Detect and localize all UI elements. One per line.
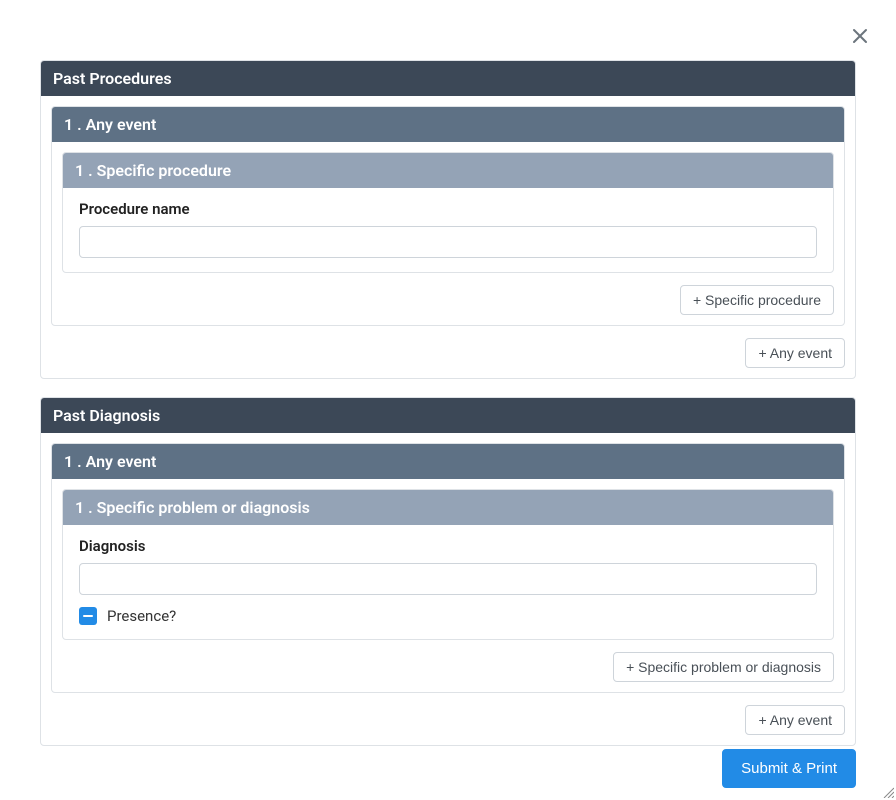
specific-procedure-block: 1 . Specific procedure Procedure name (62, 152, 834, 273)
specific-procedure-header: 1 . Specific procedure (63, 153, 833, 188)
procedures-event-header: 1 . Any event (52, 107, 844, 142)
diagnosis-event-body: 1 . Specific problem or diagnosis Diagno… (52, 479, 844, 692)
specific-diagnosis-body: Diagnosis Presence? (63, 525, 833, 639)
past-diagnosis-body: 1 . Any event 1 . Specific problem or di… (41, 433, 855, 745)
diagnosis-label: Diagnosis (79, 537, 817, 555)
resize-handle-icon (882, 786, 894, 798)
past-procedures-body: 1 . Any event 1 . Specific procedure Pro… (41, 96, 855, 378)
close-icon (851, 27, 869, 45)
diagnosis-input[interactable] (79, 563, 817, 595)
past-procedures-section: Past Procedures 1 . Any event 1 . Specif… (40, 60, 856, 379)
modal-footer: Submit & Print (722, 749, 856, 788)
add-specific-diagnosis-row: + Specific problem or diagnosis (62, 652, 834, 682)
past-diagnosis-section: Past Diagnosis 1 . Any event 1 . Specifi… (40, 397, 856, 746)
add-diagnosis-event-row: + Any event (51, 705, 845, 735)
presence-checkbox[interactable] (79, 607, 97, 625)
specific-diagnosis-block: 1 . Specific problem or diagnosis Diagno… (62, 489, 834, 640)
procedure-name-label: Procedure name (79, 200, 817, 218)
presence-label: Presence? (107, 607, 176, 625)
specific-procedure-body: Procedure name (63, 188, 833, 272)
diagnosis-event-header: 1 . Any event (52, 444, 844, 479)
minus-icon (83, 615, 93, 618)
specific-diagnosis-header: 1 . Specific problem or diagnosis (63, 490, 833, 525)
submit-print-button[interactable]: Submit & Print (722, 749, 856, 788)
past-diagnosis-header: Past Diagnosis (41, 398, 855, 433)
procedure-name-input[interactable] (79, 226, 817, 258)
presence-row: Presence? (79, 607, 817, 625)
modal-container: Past Procedures 1 . Any event 1 . Specif… (0, 0, 896, 800)
add-specific-procedure-row: + Specific procedure (62, 285, 834, 315)
add-specific-diagnosis-button[interactable]: + Specific problem or diagnosis (613, 652, 834, 682)
add-specific-procedure-button[interactable]: + Specific procedure (680, 285, 834, 315)
diagnosis-event-block: 1 . Any event 1 . Specific problem or di… (51, 443, 845, 693)
add-procedures-event-row: + Any event (51, 338, 845, 368)
modal-content: Past Procedures 1 . Any event 1 . Specif… (0, 0, 896, 784)
add-procedures-event-button[interactable]: + Any event (745, 338, 845, 368)
procedures-event-block: 1 . Any event 1 . Specific procedure Pro… (51, 106, 845, 326)
procedures-event-body: 1 . Specific procedure Procedure name + … (52, 142, 844, 325)
add-diagnosis-event-button[interactable]: + Any event (745, 705, 845, 735)
past-procedures-header: Past Procedures (41, 61, 855, 96)
close-button[interactable] (848, 24, 872, 48)
